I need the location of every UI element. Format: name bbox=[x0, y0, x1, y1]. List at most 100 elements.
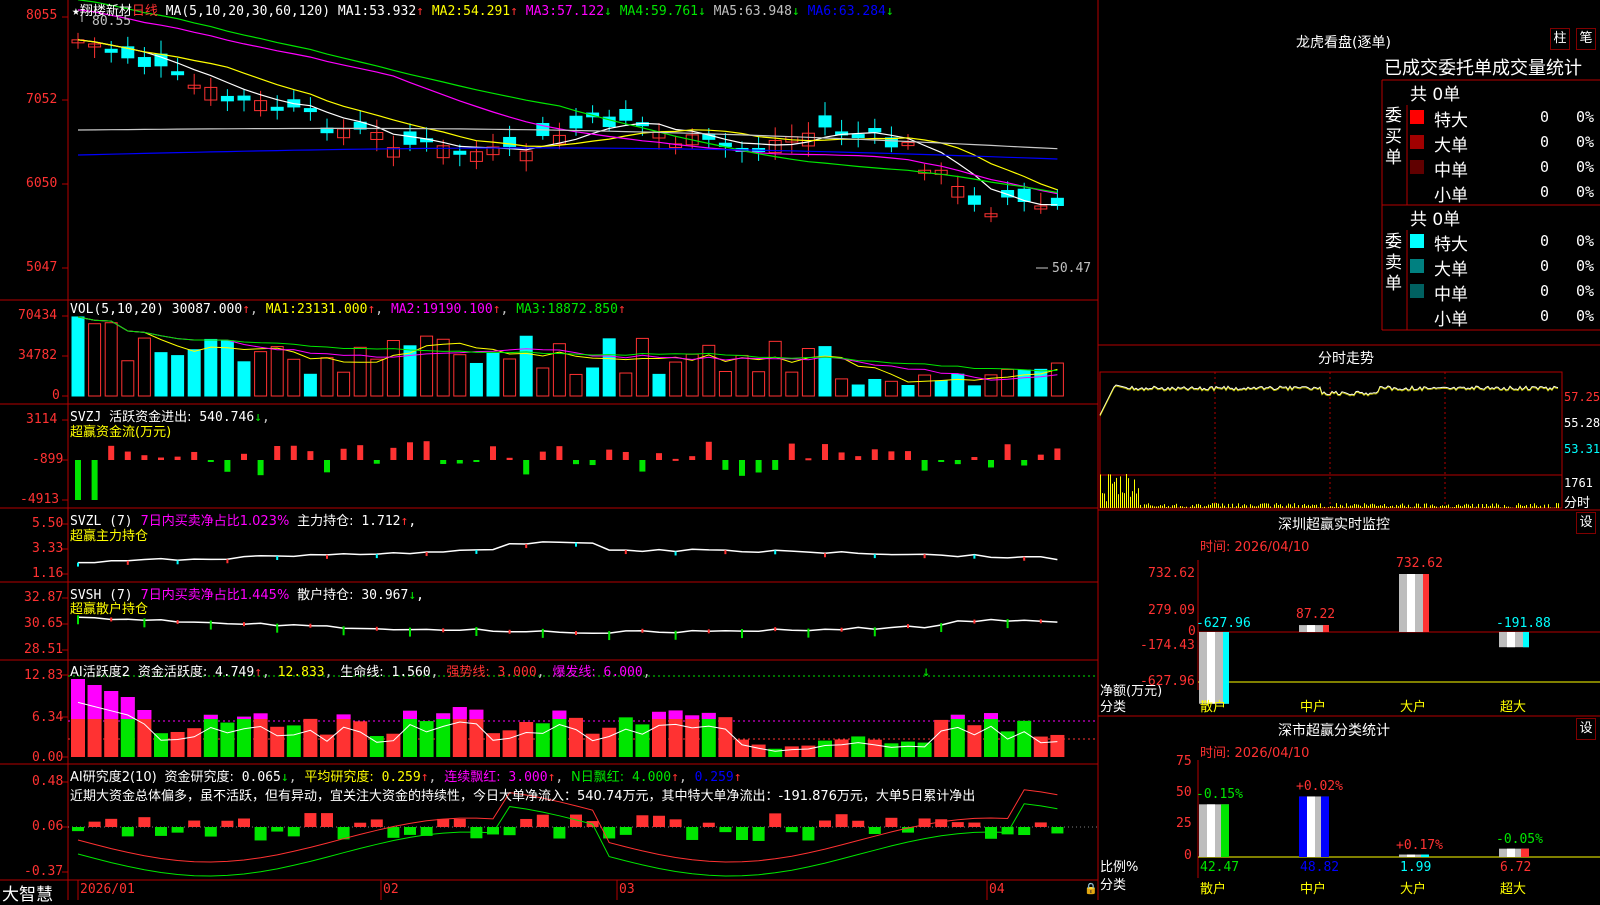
intraday-vol-bar bbox=[1334, 507, 1335, 508]
ma1-label: MA1: bbox=[338, 4, 369, 19]
svzj-tick: -4913 bbox=[20, 492, 59, 507]
classify-value-label: 42.47 bbox=[1200, 860, 1239, 875]
intraday-vol-bar bbox=[1130, 497, 1131, 508]
intraday-vol-bar bbox=[1410, 507, 1411, 508]
intraday-vol-bar bbox=[1384, 504, 1385, 508]
intraday-vol-bar bbox=[1504, 505, 1505, 508]
tick-mode-button[interactable]: 笔 bbox=[1576, 28, 1596, 50]
intraday-vol-bar bbox=[1556, 503, 1557, 508]
monitor-tick: 732.62 bbox=[1148, 566, 1195, 581]
intraday-vol-bar bbox=[1510, 507, 1511, 508]
intraday-vol-bar bbox=[1210, 505, 1211, 508]
price-tick: 6050 bbox=[26, 176, 57, 191]
intraday-vol-bar bbox=[1170, 507, 1171, 508]
classify-change-label: -0.05% bbox=[1496, 832, 1543, 847]
intraday-vol-bar bbox=[1226, 507, 1227, 508]
intraday-vol-bar bbox=[1458, 504, 1459, 508]
intraday-vol-bar bbox=[1318, 507, 1319, 508]
intraday-vol-bar bbox=[1538, 507, 1539, 508]
intraday-vol-bar bbox=[1358, 505, 1359, 508]
svsh-tail: , bbox=[416, 588, 424, 603]
intraday-vol-bar bbox=[1352, 506, 1353, 508]
research-value-5: 0.259 bbox=[695, 770, 734, 785]
monitor-tick: 279.09 bbox=[1148, 603, 1195, 618]
sell-row-pct: 0% bbox=[1576, 282, 1594, 300]
monitor-tick: -174.43 bbox=[1140, 638, 1195, 653]
n-day-red-value: 4.000 bbox=[632, 770, 671, 785]
classify-settings-button[interactable]: 设 bbox=[1576, 718, 1596, 740]
intraday-vol-bar bbox=[1460, 506, 1461, 508]
vol-tick: 70434 bbox=[18, 308, 57, 323]
intraday-vol-bar bbox=[1508, 507, 1509, 508]
intraday-vol-bar bbox=[1488, 506, 1489, 508]
classify-value-label: 48.82 bbox=[1300, 860, 1339, 875]
intraday-vol-bar bbox=[1390, 506, 1391, 508]
classify-x-label: 分类 bbox=[1100, 874, 1126, 893]
monitor-tick: 0 bbox=[1188, 624, 1196, 639]
intraday-vol-bar bbox=[1494, 507, 1495, 508]
classify-bar-edge bbox=[1221, 804, 1229, 857]
intraday-vol-bar bbox=[1386, 506, 1387, 508]
classify-value-label: 6.72 bbox=[1500, 860, 1531, 875]
intraday-vol-bar bbox=[1164, 504, 1165, 508]
bar-mode-button[interactable]: 柱 bbox=[1550, 28, 1570, 50]
intraday-vol-bar bbox=[1448, 505, 1449, 508]
lock-icon[interactable]: 🔒 bbox=[1084, 882, 1098, 895]
intraday-vol-bar bbox=[1434, 506, 1435, 508]
sell-row-swatch bbox=[1410, 259, 1424, 273]
intraday-vol-bar bbox=[1160, 505, 1161, 508]
research-arrow-5-icon: ↑ bbox=[734, 770, 742, 785]
vol-tick: 0 bbox=[52, 388, 60, 403]
svzj-value: 540.746 bbox=[199, 410, 254, 425]
intraday-vol-bar bbox=[1440, 506, 1441, 508]
classify-category: 中户 bbox=[1300, 878, 1326, 897]
svzl-subtitle: 超赢主力持仓 bbox=[70, 525, 148, 544]
intraday-vol-bar bbox=[1532, 506, 1533, 508]
sell-row-count: 0 bbox=[1540, 257, 1549, 275]
classify-bar-shine bbox=[1507, 849, 1515, 857]
low-marker: 50.47 bbox=[1052, 261, 1091, 276]
ma-header: MA(5,10,20,30,60,120) bbox=[166, 4, 330, 19]
intraday-vol-bar bbox=[1182, 506, 1183, 508]
buy-row-swatch bbox=[1410, 185, 1424, 199]
activity-value: 4.749 bbox=[215, 665, 254, 680]
research-value: 0.065 bbox=[242, 770, 281, 785]
intraday-vol-bar bbox=[1116, 478, 1117, 508]
intraday-vol-bar bbox=[1268, 504, 1269, 508]
intraday-vol-bar bbox=[1270, 506, 1271, 508]
period-label[interactable]: 日线 bbox=[132, 4, 158, 19]
intraday-vol-bar bbox=[1192, 505, 1193, 508]
classify-time: 时间: 2026/04/10 bbox=[1200, 742, 1309, 761]
svzl-tick: 5.50 bbox=[32, 516, 63, 531]
monitor-bar-shine bbox=[1307, 625, 1315, 632]
intraday-vol-bar bbox=[1108, 474, 1109, 508]
right-side-charts[interactable] bbox=[0, 0, 1600, 900]
intraday-vol-bar bbox=[1110, 474, 1111, 508]
monitor-settings-button[interactable]: 设 bbox=[1576, 512, 1596, 534]
buy-row-pct: 0% bbox=[1576, 133, 1594, 151]
intraday-vol-bar bbox=[1320, 503, 1321, 508]
strong-line-value: 3.000 bbox=[498, 665, 537, 680]
activity-tick: 0.00 bbox=[32, 750, 63, 765]
activity-label: 资金活跃度: bbox=[138, 665, 207, 680]
intraday-vol-bar bbox=[1308, 505, 1309, 508]
intraday-vol-bar bbox=[1190, 507, 1191, 508]
classify-change-label: +0.02% bbox=[1296, 779, 1343, 794]
intraday-vol-bar bbox=[1252, 506, 1253, 508]
intraday-vol-bar bbox=[1436, 507, 1437, 508]
intraday-vol-bar bbox=[1104, 494, 1105, 508]
intraday-vol-bar bbox=[1186, 507, 1187, 508]
svzj-tick: 3114 bbox=[26, 412, 57, 427]
intraday-vol-bar bbox=[1158, 506, 1159, 508]
intraday-vol-bar bbox=[1456, 505, 1457, 508]
research-tick: 0.06 bbox=[32, 819, 63, 834]
intraday-vol-bar bbox=[1388, 507, 1389, 508]
intraday-vol-bar bbox=[1204, 506, 1205, 508]
intraday-vol-bar bbox=[1346, 503, 1347, 508]
intraday-vol-bar bbox=[1492, 504, 1493, 508]
intraday-vol-bar bbox=[1418, 504, 1419, 508]
x-tick: 02 bbox=[383, 882, 399, 897]
intraday-vol-bar bbox=[1128, 478, 1129, 508]
svzl-label: 主力持仓: bbox=[297, 514, 353, 529]
ma6-value: 63.284 bbox=[839, 4, 886, 19]
